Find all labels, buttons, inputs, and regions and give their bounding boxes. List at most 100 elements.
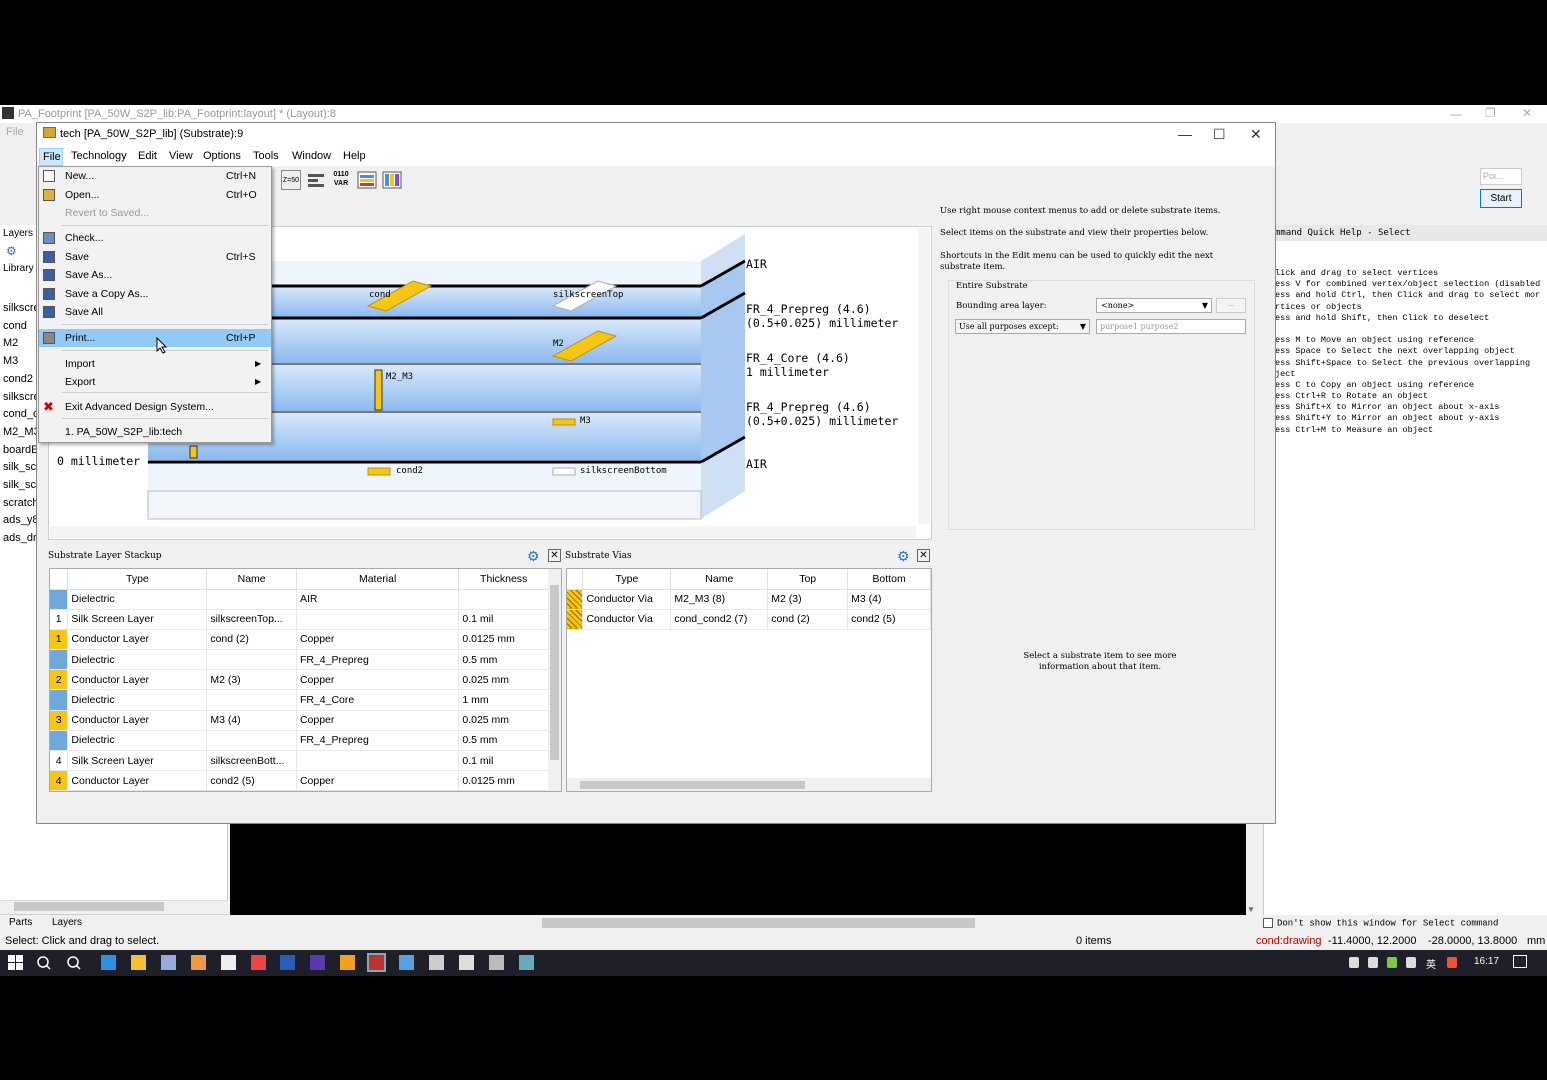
variable-button[interactable]: 0110 VAR <box>331 170 351 190</box>
via-cell-type[interactable]: Conductor Via <box>582 609 672 630</box>
microphone-icon[interactable] <box>1368 957 1378 968</box>
left-layer-item[interactable]: scratch <box>3 497 38 509</box>
left-layer-item[interactable]: M3 <box>3 355 18 367</box>
stackup-row[interactable]: Dielectric FR_4_Prepreg 0.5 mm <box>50 730 549 752</box>
menu-tools[interactable]: Tools <box>253 150 279 162</box>
stackup-cell-material[interactable]: Copper <box>296 770 460 791</box>
via-row[interactable]: Conductor Via M2_M3 (8) M2 (3) M3 (4) <box>567 589 931 610</box>
restore-icon[interactable]: ❐ <box>1485 106 1496 120</box>
menu-item-save-all[interactable]: Save All <box>39 303 271 321</box>
bounding-area-select[interactable]: <none> ▼ <box>1096 298 1212 313</box>
stackup-cell-type[interactable]: Silk Screen Layer <box>67 609 208 630</box>
windows-start-icon[interactable] <box>8 955 23 970</box>
left-layer-item[interactable]: M2 <box>3 337 18 349</box>
start-button[interactable]: Start <box>1480 189 1522 208</box>
menu-item-check[interactable]: Check... <box>39 229 271 247</box>
left-panel-scroll-thumb[interactable] <box>14 902 164 911</box>
notepad-icon[interactable] <box>161 955 176 970</box>
menu-technology[interactable]: Technology <box>71 150 127 162</box>
left-layer-item[interactable]: M2_M3 <box>3 426 40 438</box>
stackup-cell-type[interactable]: Conductor Layer <box>67 629 208 651</box>
stackup-cell-type[interactable]: Conductor Layer <box>67 710 208 731</box>
stackup-cell-type[interactable]: Silk Screen Layer <box>67 750 208 772</box>
chrome-icon[interactable] <box>191 955 206 970</box>
left-layer-item[interactable]: silk_scr <box>3 479 40 491</box>
stackup-cell-thickness[interactable]: 0.0125 mm <box>458 629 549 651</box>
volume-icon[interactable] <box>1406 957 1416 968</box>
stackup-cell-material[interactable]: FR_4_Core <box>296 689 460 711</box>
stackup-cell-name[interactable] <box>206 649 297 671</box>
left-layer-item[interactable]: silk_scr <box>3 461 40 473</box>
gear-icon[interactable]: ⚙ <box>527 548 540 565</box>
stackup-cell-name[interactable] <box>206 689 297 711</box>
search-icon[interactable] <box>36 955 51 970</box>
via-cell-type[interactable]: Conductor Via <box>582 589 672 610</box>
vias-table[interactable]: Type Name Top Bottom Conductor Via M2_M3 … <box>566 568 932 792</box>
stackup-cell-thickness[interactable]: 0.025 mm <box>458 669 549 691</box>
stackup-cell-thickness[interactable]: 0.1 mil <box>458 609 549 630</box>
menu-help[interactable]: Help <box>343 150 366 162</box>
stackup-cell-type[interactable]: Dielectric <box>67 589 208 610</box>
stackup-cell-thickness[interactable]: 0.5 mm <box>458 730 549 752</box>
app-icon[interactable] <box>429 955 444 970</box>
stackup-cell-type[interactable]: Dielectric <box>67 649 208 671</box>
chevron-up-icon[interactable] <box>1349 957 1359 968</box>
menu-item-save-as[interactable]: Save As... <box>39 266 271 284</box>
vias-scroll-thumb[interactable] <box>580 781 805 789</box>
main-menu-file[interactable]: File <box>6 126 24 138</box>
stackup-cell-material[interactable]: FR_4_Prepreg <box>296 730 460 752</box>
menu-item-save[interactable]: Save Ctrl+S <box>39 248 271 266</box>
menu-item-open[interactable]: Open... Ctrl+O <box>39 186 271 204</box>
impedance-button[interactable]: Z=50 <box>281 170 301 190</box>
stackup-cell-name[interactable]: cond (2) <box>206 629 297 651</box>
gear-icon[interactable]: ⚙ <box>897 548 910 565</box>
position-box[interactable]: Poi... <box>1480 168 1522 185</box>
stackup-cell-material[interactable]: Copper <box>296 710 460 731</box>
menu-item-revert[interactable]: Revert to Saved... <box>39 204 271 222</box>
stackup-cell-thickness[interactable]: 0.025 mm <box>458 710 549 731</box>
app-icon[interactable] <box>399 955 414 970</box>
stackup-cell-material[interactable] <box>296 750 460 772</box>
menu-item-recent-file[interactable]: 1. PA_50W_S2P_lib:tech <box>39 423 271 441</box>
column-header-bottom[interactable]: Bottom <box>847 569 931 590</box>
purpose-input[interactable]: purpose1 purpose2 <box>1096 319 1246 334</box>
dialog-close-icon[interactable]: ✕ <box>1250 126 1262 143</box>
via-cell-name[interactable]: cond_cond2 (7) <box>670 609 769 630</box>
column-header-name[interactable]: Name <box>670 569 769 590</box>
scroll-down-icon[interactable]: ▼ <box>1247 905 1255 914</box>
menu-view[interactable]: View <box>169 150 193 162</box>
tab-layers[interactable]: Layers <box>52 917 82 928</box>
app-icon[interactable] <box>280 955 295 970</box>
stackup-cell-name[interactable] <box>206 730 297 752</box>
stackup-cell-type[interactable]: Conductor Layer <box>67 669 208 691</box>
via-cell-name[interactable]: M2_M3 (8) <box>670 589 769 610</box>
stackup-cell-thickness[interactable]: 0.0125 mm <box>458 770 549 791</box>
via-cell-top[interactable]: cond (2) <box>767 609 849 630</box>
stackup-cell-name[interactable]: M3 (4) <box>206 710 297 731</box>
tab-parts[interactable]: Parts <box>9 917 32 928</box>
stackup-row[interactable]: 4 Conductor Layer cond2 (5) Copper 0.0125 mm <box>50 770 549 791</box>
vias-icon[interactable] <box>382 170 402 190</box>
via-cell-bottom[interactable]: cond2 (5) <box>847 609 931 630</box>
app-icon[interactable] <box>519 955 534 970</box>
menu-item-save-copy-as[interactable]: Save a Copy As... <box>39 285 271 303</box>
menu-file[interactable]: File <box>39 148 63 166</box>
via-row[interactable]: Conductor Via cond_cond2 (7) cond (2) cond2… <box>567 609 931 630</box>
column-header-top[interactable]: Top <box>767 569 849 590</box>
tray-app-icon[interactable] <box>1447 957 1457 968</box>
powerpoint-icon[interactable] <box>251 955 266 970</box>
taskbar-clock[interactable]: 16:17 <box>1474 956 1499 967</box>
stackup-scroll-thumb[interactable] <box>550 585 559 760</box>
menu-options[interactable]: Options <box>203 150 241 162</box>
stackup-row[interactable]: 4 Silk Screen Layer silkscreenBott... 0.1 m… <box>50 750 549 772</box>
left-layer-item[interactable]: cond2 <box>3 373 33 385</box>
app-icon[interactable] <box>489 955 504 970</box>
stackup-cell-material[interactable]: FR_4_Prepreg <box>296 649 460 671</box>
layout-canvas[interactable] <box>230 823 1246 915</box>
stackup-cell-name[interactable]: silkscreenBott... <box>206 750 297 772</box>
column-header-type[interactable]: Type <box>582 569 672 590</box>
file-explorer-icon[interactable] <box>131 955 146 970</box>
close-icon[interactable]: ✕ <box>917 549 930 562</box>
stackup-row[interactable]: Dielectric FR_4_Prepreg 0.5 mm <box>50 649 549 671</box>
stackup-row[interactable]: 1 Conductor Layer cond (2) Copper 0.0125 mm <box>50 629 549 651</box>
